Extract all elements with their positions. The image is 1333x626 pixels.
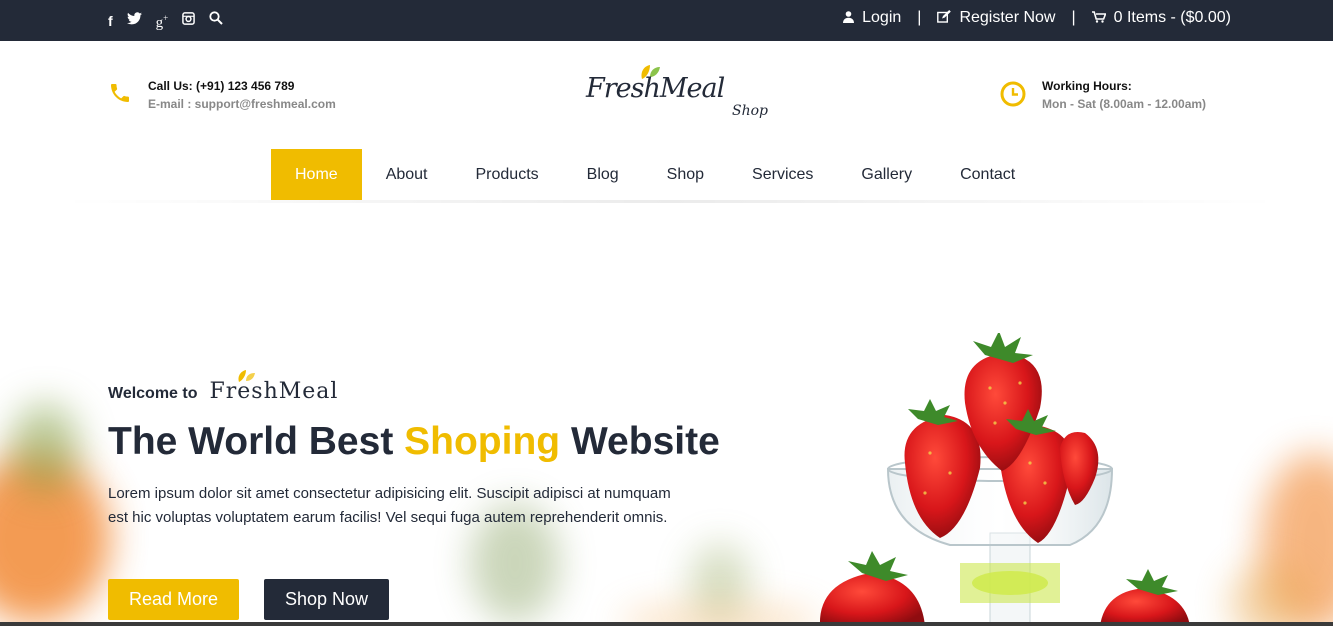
nav-item-shop[interactable]: Shop — [643, 149, 728, 200]
read-more-button[interactable]: Read More — [108, 579, 239, 620]
google-plus-icon[interactable]: g+ — [156, 9, 169, 32]
working-hours: Working Hours: Mon - Sat (8.00am - 12.00… — [1000, 79, 1206, 111]
leaf-icon — [237, 370, 255, 382]
cart-label: 0 Items - ($0.00) — [1113, 9, 1231, 26]
site-header: Call Us: (+91) 123 456 789 E-mail : supp… — [0, 41, 1333, 148]
top-links: Login | Register Now | 0 Items - ($0.00) — [843, 9, 1231, 27]
top-bar: f g+ Login | Register Now | 0 Items - ($… — [0, 0, 1333, 41]
bottom-strip — [0, 622, 1333, 626]
headline-highlight: Shoping — [404, 420, 561, 463]
instagram-icon[interactable] — [182, 11, 196, 30]
hours-value: Mon - Sat (8.00am - 12.00am) — [1042, 97, 1207, 111]
call-us-text: Call Us: (+91) 123 456 789 — [148, 79, 295, 93]
welcome-line: Welcome to FreshMeal — [108, 370, 339, 404]
logo-sub: Shop — [732, 103, 768, 119]
facebook-icon[interactable]: f — [108, 12, 113, 30]
cart-icon — [1091, 10, 1107, 26]
social-links: f g+ — [108, 9, 223, 32]
background-blur — [10, 403, 80, 493]
nav-item-blog[interactable]: Blog — [563, 149, 643, 200]
site-logo[interactable]: FreshMeal Shop — [586, 63, 776, 123]
welcome-brand-label: FreshMeal — [209, 379, 339, 404]
login-link[interactable]: Login — [843, 9, 901, 27]
cart-link[interactable]: 0 Items - ($0.00) — [1091, 9, 1231, 27]
register-label: Register Now — [959, 9, 1056, 26]
register-link[interactable]: Register Now — [937, 9, 1055, 27]
nav-item-about[interactable]: About — [362, 149, 452, 200]
phone-icon — [111, 84, 129, 102]
main-nav: Home About Products Blog Shop Services G… — [271, 149, 1039, 200]
separator: | — [1071, 9, 1076, 26]
nav-item-home[interactable]: Home — [271, 149, 362, 200]
search-icon[interactable] — [209, 11, 223, 30]
headline-part1: The World Best — [108, 420, 405, 463]
nav-item-gallery[interactable]: Gallery — [837, 149, 936, 200]
logo-brand: FreshMeal — [586, 73, 725, 104]
user-icon — [843, 10, 855, 26]
twitter-icon[interactable] — [126, 11, 142, 30]
nav-item-products[interactable]: Products — [452, 149, 563, 200]
clock-icon — [1000, 81, 1026, 107]
nav-item-services[interactable]: Services — [728, 149, 837, 200]
separator: | — [917, 9, 922, 26]
hero-description: Lorem ipsum dolor sit amet consectetur a… — [108, 485, 671, 526]
welcome-brand: FreshMeal — [209, 370, 339, 404]
edit-icon — [937, 10, 952, 26]
headline-part2: Website — [560, 420, 720, 463]
contact-info: Call Us: (+91) 123 456 789 E-mail : supp… — [108, 79, 336, 111]
strawberry-bowl-image — [819, 333, 1190, 626]
welcome-text: Welcome to — [108, 385, 198, 402]
hours-title: Working Hours: — [1042, 79, 1132, 93]
hero-headline: The World Best Shoping Website — [108, 420, 720, 464]
nav-item-contact[interactable]: Contact — [936, 149, 1039, 200]
shop-now-button[interactable]: Shop Now — [264, 579, 389, 620]
login-label: Login — [862, 9, 902, 26]
hero-banner: Welcome to FreshMeal The World Best Shop… — [0, 203, 1333, 626]
email-text[interactable]: E-mail : support@freshmeal.com — [148, 97, 336, 111]
